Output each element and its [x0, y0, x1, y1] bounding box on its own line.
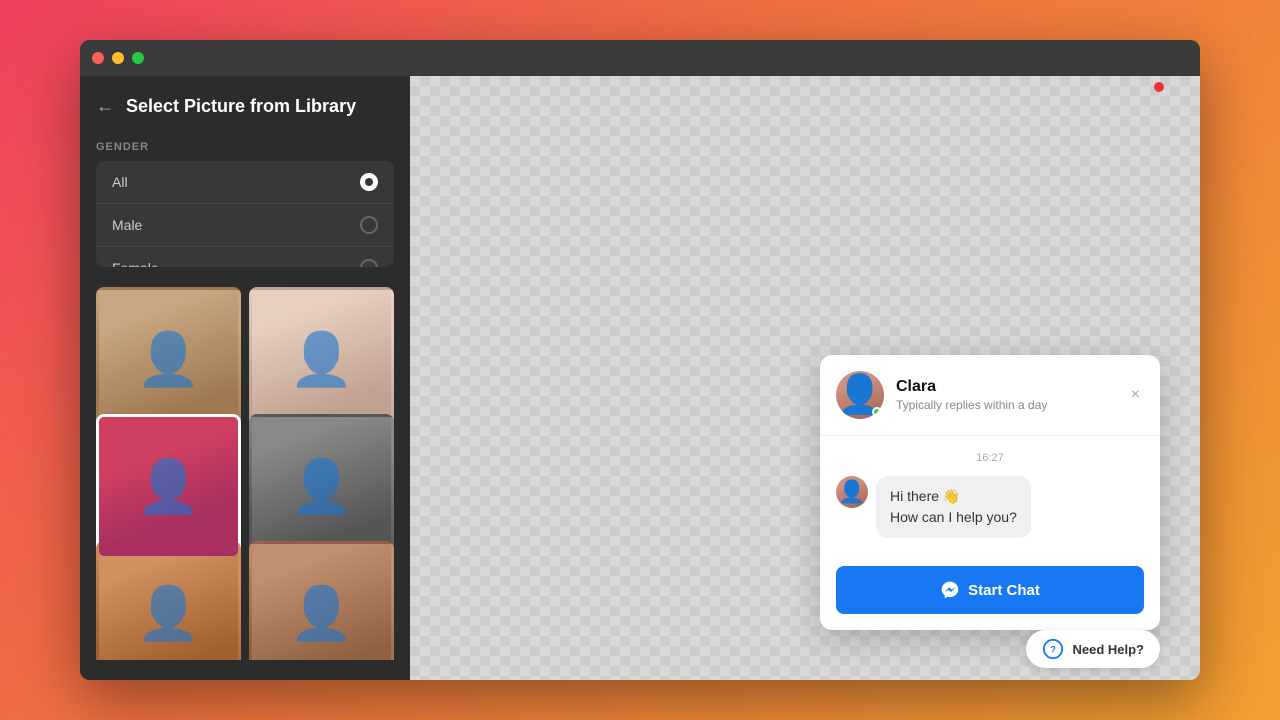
messenger-icon [940, 580, 960, 600]
chat-timestamp: 16:27 [836, 452, 1144, 464]
need-help-button[interactable]: ? Need Help? [1026, 630, 1160, 668]
filter-female-radio[interactable] [360, 259, 378, 267]
photo-item-4[interactable]: 👤 [249, 414, 394, 559]
filter-all[interactable]: All [96, 161, 394, 204]
panel-header: ← Select Picture from Library [96, 96, 394, 117]
photo-item-2[interactable]: 👤 [249, 287, 394, 432]
chat-body: 16:27 👤 Hi there 👋 How can I help you? [820, 436, 1160, 554]
maximize-dot[interactable] [132, 52, 144, 64]
filter-male-label: Male [112, 217, 142, 233]
photo-item-3[interactable]: 👤 [96, 414, 241, 559]
chat-header: 👤 Clara Typically replies within a day × [820, 355, 1160, 436]
need-help-icon: ? [1042, 638, 1064, 660]
titlebar [80, 40, 1200, 76]
agent-avatar: 👤 [836, 371, 884, 419]
agent-status: Typically replies within a day [896, 398, 1115, 412]
filter-all-radio[interactable] [360, 173, 378, 191]
filter-female[interactable]: Female [96, 247, 394, 267]
main-content: ← Select Picture from Library GENDER All… [80, 76, 1200, 680]
filter-female-label: Female [112, 260, 159, 267]
agent-name: Clara [896, 378, 1115, 396]
chat-footer: Start Chat [820, 554, 1160, 630]
chat-greeting: Hi there 👋 [890, 486, 1017, 507]
chat-message: 👤 Hi there 👋 How can I help you? [836, 476, 1144, 538]
photo-grid: 👤 👤 👤 👤 [96, 287, 394, 660]
chat-body-text: How can I help you? [890, 507, 1017, 528]
gender-filter-label: GENDER [96, 141, 394, 153]
message-avatar: 👤 [836, 476, 868, 508]
filter-male[interactable]: Male [96, 204, 394, 247]
back-button[interactable]: ← [96, 96, 114, 117]
filter-all-label: All [112, 174, 128, 190]
gender-filter-group: All Male Female [96, 161, 394, 267]
agent-info: Clara Typically replies within a day [896, 378, 1115, 412]
chat-bubble: Hi there 👋 How can I help you? [876, 476, 1031, 538]
right-panel: 👤 Clara Typically replies within a day ×… [410, 76, 1200, 680]
start-chat-button[interactable]: Start Chat [836, 566, 1144, 614]
chat-widget: 👤 Clara Typically replies within a day ×… [820, 355, 1160, 630]
photo-item-6[interactable]: 👤 [249, 541, 394, 660]
notification-dot [1154, 82, 1164, 92]
filter-male-radio[interactable] [360, 216, 378, 234]
photo-item-5[interactable]: 👤 [96, 541, 241, 660]
svg-text:?: ? [1051, 645, 1057, 655]
photo-item-1[interactable]: 👤 [96, 287, 241, 432]
panel-title: Select Picture from Library [126, 96, 356, 117]
close-dot[interactable] [92, 52, 104, 64]
minimize-dot[interactable] [112, 52, 124, 64]
online-indicator [872, 407, 882, 417]
need-help-label: Need Help? [1072, 642, 1144, 657]
app-window: ← Select Picture from Library GENDER All… [80, 40, 1200, 680]
left-panel: ← Select Picture from Library GENDER All… [80, 76, 410, 680]
chat-close-button[interactable]: × [1127, 382, 1144, 408]
start-chat-label: Start Chat [968, 582, 1040, 599]
